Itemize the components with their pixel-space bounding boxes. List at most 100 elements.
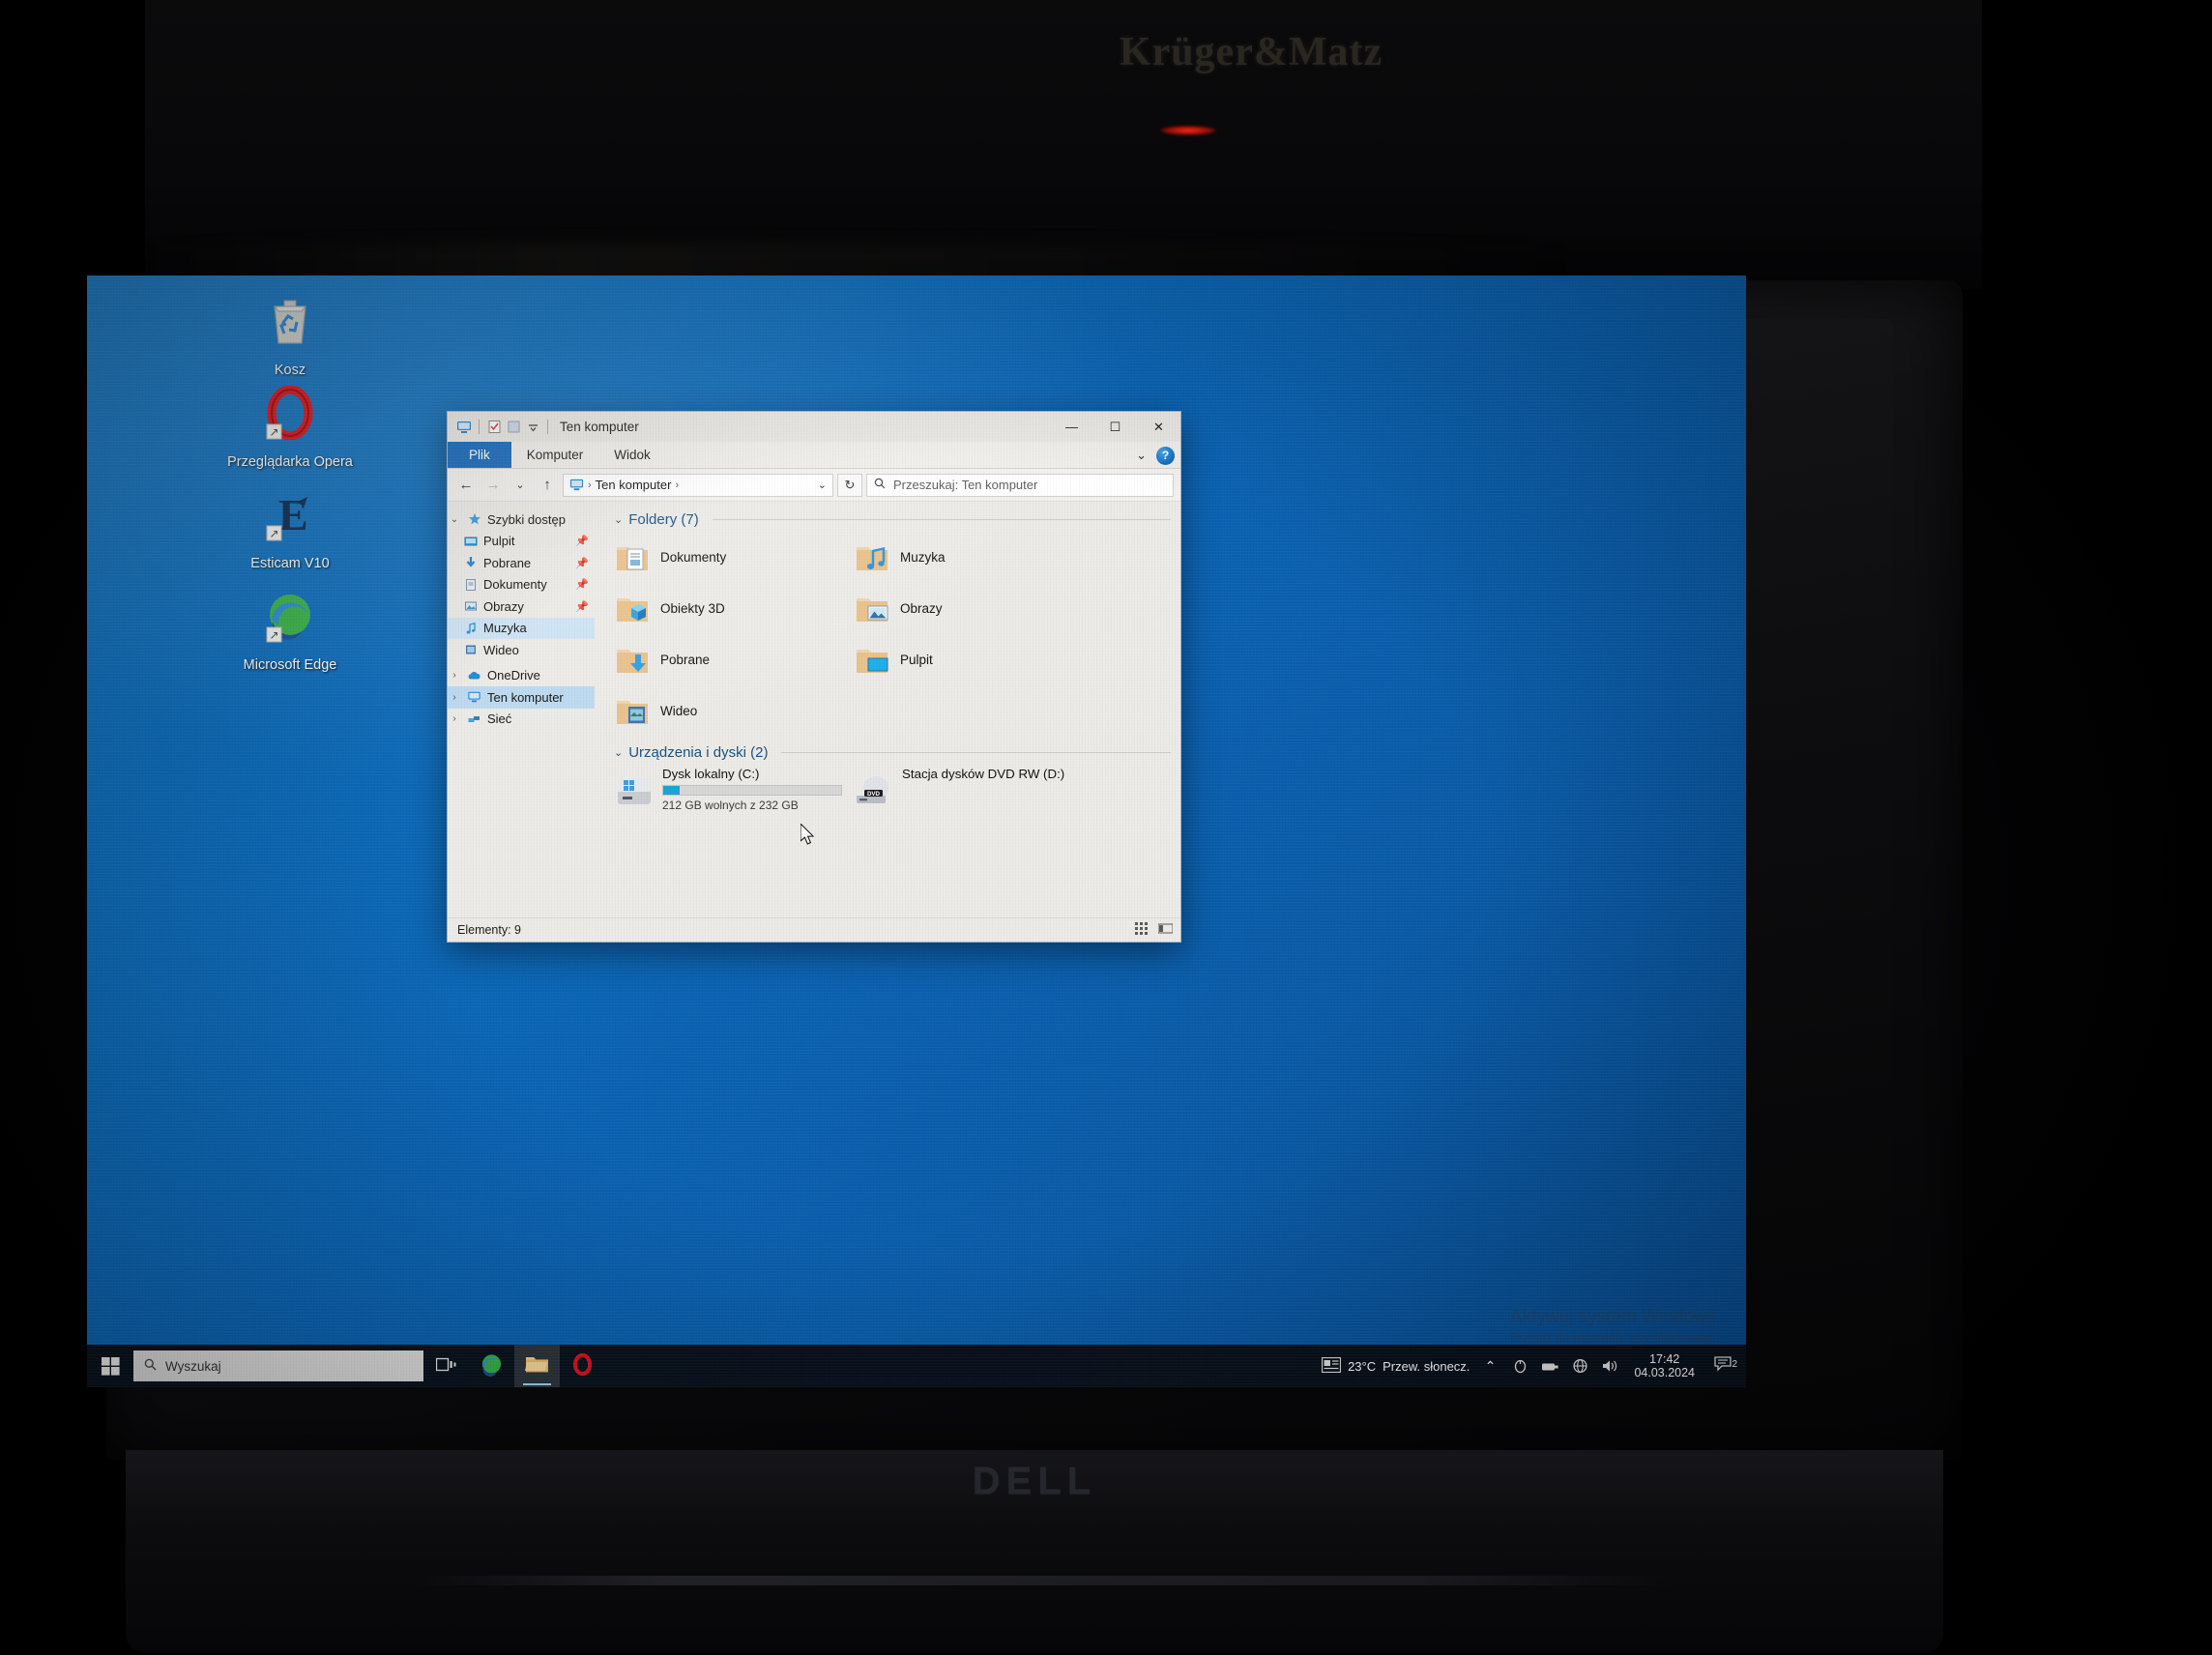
folder-item-label: Muzyka xyxy=(900,550,946,565)
nav-item-szybki-dostep[interactable]: ⌄ Szybki dostęp xyxy=(448,508,595,531)
taskbar-task-view[interactable] xyxy=(423,1345,469,1387)
details-view-icon[interactable] xyxy=(1157,922,1174,938)
monitor-brand-label: Krüger&Matz xyxy=(1119,30,1383,74)
onedrive-tray-icon[interactable] xyxy=(1510,1359,1529,1374)
drive-item-d[interactable]: DVD Stacja dysków DVD RW (D:) xyxy=(840,765,1080,819)
recent-locations-button[interactable]: ⌄ xyxy=(509,474,532,497)
desktop-icon-opera[interactable]: ↗ Przeglądarka Opera xyxy=(213,377,367,471)
taskbar-edge[interactable] xyxy=(469,1345,514,1387)
folder-item-obiekty-3d[interactable]: Obiekty 3D xyxy=(600,583,840,634)
group-header-folders[interactable]: ⌄ Foldery (7) xyxy=(614,511,1180,528)
refresh-button[interactable]: ↻ xyxy=(837,473,862,497)
start-button[interactable] xyxy=(87,1345,133,1387)
pin-icon[interactable]: 📌 xyxy=(575,578,589,591)
svg-text:E: E xyxy=(278,490,308,539)
search-input[interactable]: Przeszukaj: Ten komputer xyxy=(866,473,1174,497)
group-header-drives[interactable]: ⌄ Urządzenia i dyski (2) xyxy=(614,744,1180,761)
downloads-icon xyxy=(462,556,479,569)
desktop-icon-esticam[interactable]: E ↗ Esticam V10 xyxy=(213,479,367,572)
volume-tray-icon[interactable] xyxy=(1600,1358,1619,1374)
folder-item-muzyka[interactable]: Muzyka xyxy=(840,532,1080,583)
show-hidden-icons-chevron[interactable]: ⌃ xyxy=(1480,1358,1499,1375)
nav-item-ten-komputer[interactable]: › Ten komputer xyxy=(448,686,595,709)
pin-icon[interactable]: 📌 xyxy=(575,557,589,569)
esticam-icon: E ↗ xyxy=(213,479,367,550)
documents-icon xyxy=(462,578,479,592)
nav-item-dokumenty[interactable]: Dokumenty 📌 xyxy=(448,574,595,596)
taskbar-clock[interactable]: 17:42 04.03.2024 xyxy=(1630,1352,1699,1380)
properties-icon[interactable] xyxy=(484,418,504,437)
taskbar-opera[interactable] xyxy=(560,1345,605,1387)
this-pc-icon[interactable] xyxy=(454,418,474,437)
bluetooth-tray-icon[interactable] xyxy=(1540,1359,1559,1374)
notification-count: 2 xyxy=(1732,1359,1737,1370)
tiles-view-icon[interactable] xyxy=(1135,922,1150,938)
help-button[interactable]: ? xyxy=(1156,446,1175,465)
chevron-down-icon[interactable]: ⌄ xyxy=(614,513,623,526)
tab-widok[interactable]: Widok xyxy=(598,442,666,468)
file-explorer-icon xyxy=(525,1354,549,1378)
window-title: Ten komputer xyxy=(560,420,639,434)
breadcrumb[interactable]: › Ten komputer › ⌄ xyxy=(563,473,833,497)
group-title: Foldery (7) xyxy=(628,511,699,528)
folder-downloads-icon xyxy=(614,642,651,679)
network-icon xyxy=(466,712,482,726)
pin-icon[interactable]: 📌 xyxy=(575,600,589,613)
nav-item-muzyka[interactable]: Muzyka xyxy=(448,617,595,639)
address-bar-row: ← → ⌄ ↑ › Ten komputer › ⌄ ↻ Przeszukaj:… xyxy=(448,469,1180,502)
chevron-right-icon[interactable]: › xyxy=(448,713,461,724)
address-dropdown-icon[interactable]: ⌄ xyxy=(818,479,827,491)
desktop-icon-recycle-bin[interactable]: Kosz xyxy=(213,285,367,379)
breadcrumb-separator-2[interactable]: › xyxy=(675,479,679,491)
folder-item-pulpit[interactable]: Pulpit xyxy=(840,634,1080,685)
folder-item-label: Obrazy xyxy=(900,601,943,616)
chevron-down-icon[interactable]: ⌄ xyxy=(614,746,623,759)
chevron-right-icon[interactable]: › xyxy=(448,692,461,703)
breadcrumb-item-this-pc[interactable]: Ten komputer xyxy=(596,478,672,492)
nav-item-pobrane[interactable]: Pobrane 📌 xyxy=(448,552,595,574)
nav-item-obrazy[interactable]: Obrazy 📌 xyxy=(448,595,595,618)
folder-item-pobrane[interactable]: Pobrane xyxy=(600,634,840,685)
chevron-down-icon[interactable]: ⌄ xyxy=(448,514,461,525)
tab-komputer[interactable]: Komputer xyxy=(511,442,599,468)
new-folder-icon[interactable] xyxy=(504,418,523,437)
taskbar-search-placeholder: Wyszukaj xyxy=(165,1358,221,1374)
folder-item-wideo[interactable]: Wideo xyxy=(600,685,840,737)
content-pane: ⌄ Foldery (7) Dokumenty Muzyka Obiekty 3… xyxy=(595,502,1180,917)
nav-item-siec[interactable]: › Sieć xyxy=(448,709,595,731)
nav-item-label: Obrazy xyxy=(483,598,524,614)
drive-usage-bar xyxy=(662,785,842,796)
nav-item-label: Pulpit xyxy=(483,534,515,549)
taskbar-file-explorer[interactable] xyxy=(514,1345,560,1387)
this-pc-icon xyxy=(569,478,584,492)
drive-item-c[interactable]: Dysk lokalny (C:) 212 GB wolnych z 232 G… xyxy=(600,765,842,819)
network-tray-icon[interactable] xyxy=(1570,1358,1589,1374)
forward-button[interactable]: → xyxy=(481,474,505,497)
folder-item-label: Pobrane xyxy=(660,653,711,667)
close-button[interactable]: ✕ xyxy=(1137,412,1180,442)
desktop-icon-edge[interactable]: ↗ Microsoft Edge xyxy=(213,580,367,674)
maximize-button[interactable]: ☐ xyxy=(1093,412,1137,442)
weather-widget[interactable]: 23°C Przew. słonecz. xyxy=(1321,1356,1470,1376)
photograph-of-laptop: Krüger&Matz DELL ⏻ ◫ xyxy=(0,0,2212,1655)
back-button[interactable]: ← xyxy=(454,474,478,497)
nav-item-wideo[interactable]: Wideo xyxy=(448,639,595,661)
nav-item-label: Wideo xyxy=(483,642,519,657)
chevron-down-icon[interactable]: ⌄ xyxy=(1136,448,1147,463)
clock-date: 04.03.2024 xyxy=(1634,1366,1695,1379)
nav-item-onedrive[interactable]: › OneDrive xyxy=(448,665,595,687)
up-button[interactable]: ↑ xyxy=(536,474,559,497)
chevron-right-icon[interactable]: › xyxy=(448,670,461,681)
pin-icon[interactable]: 📌 xyxy=(575,535,589,547)
minimize-button[interactable]: — xyxy=(1050,412,1093,442)
customize-chevron-icon[interactable] xyxy=(523,418,542,437)
nav-item-label: Dokumenty xyxy=(483,577,547,593)
folder-item-dokumenty[interactable]: Dokumenty xyxy=(600,532,840,583)
tab-plik[interactable]: Plik xyxy=(448,442,511,468)
action-center-button[interactable]: 2 xyxy=(1709,1356,1738,1376)
window-titlebar: Ten komputer — ☐ ✕ xyxy=(448,412,1180,442)
taskbar-search-input[interactable]: Wyszukaj xyxy=(133,1350,423,1381)
nav-item-pulpit[interactable]: Pulpit 📌 xyxy=(448,531,595,553)
folder-item-obrazy[interactable]: Obrazy xyxy=(840,583,1080,634)
svg-text:↗: ↗ xyxy=(269,425,278,439)
